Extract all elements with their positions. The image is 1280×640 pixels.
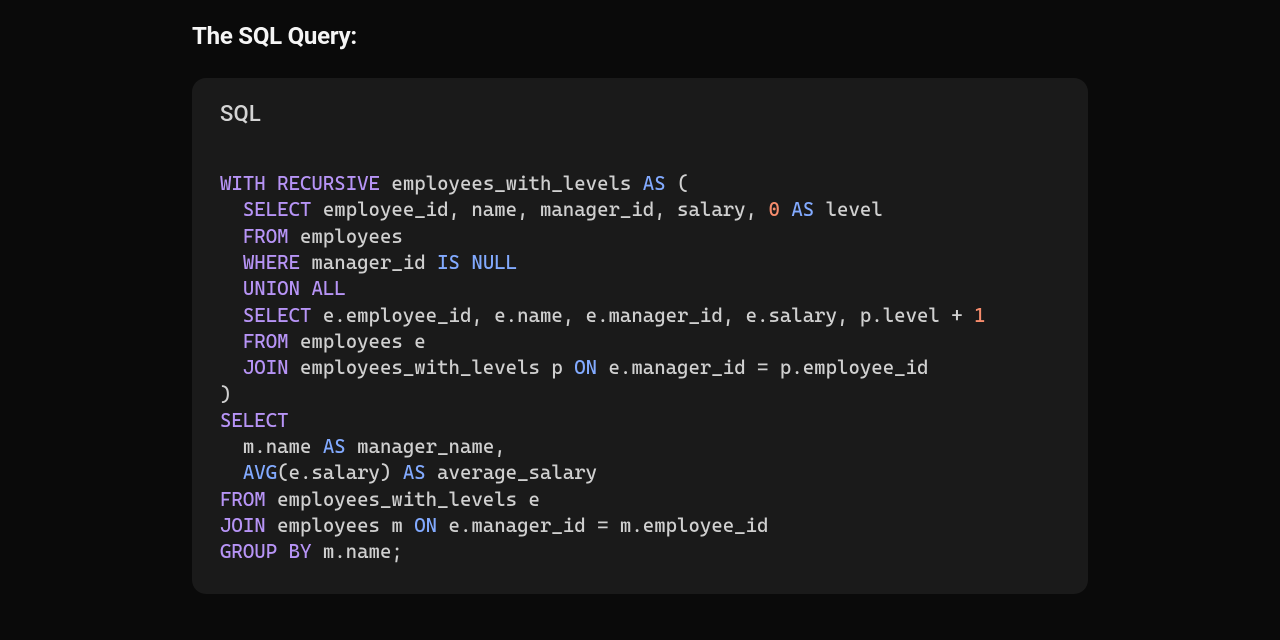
code-token (220, 330, 243, 353)
code-token: (e.salary) (277, 461, 403, 484)
code-token: manager_id (300, 251, 437, 274)
code-token: m.name (220, 435, 323, 458)
code-token: employees_with_levels (380, 172, 643, 195)
section-heading: The SQL Query: (192, 22, 1280, 50)
code-token: ON (574, 356, 597, 379)
code-token: employee_id, name, manager_id, salary, (311, 198, 768, 221)
code-token (220, 198, 243, 221)
code-token: manager_name, (346, 435, 506, 458)
code-token (220, 304, 243, 327)
code-token: ( (666, 172, 689, 195)
code-token: e.manager_id = p.employee_id (597, 356, 928, 379)
code-token: employees_with_levels e (266, 488, 540, 511)
code-token: e.employee_id, e.name, e.manager_id, e.s… (311, 304, 974, 327)
code-token: SELECT (220, 409, 289, 432)
code-token: 1 (974, 304, 985, 327)
code-language-label: SQL (220, 102, 1060, 127)
code-token (220, 461, 243, 484)
code-token: ) (220, 383, 231, 406)
code-token: employees (289, 225, 403, 248)
code-token: ON (414, 514, 437, 537)
code-token: 0 (768, 198, 779, 221)
code-token: m.name; (311, 540, 402, 563)
code-token (220, 277, 243, 300)
code-token: employees_with_levels p (289, 356, 575, 379)
code-token (220, 356, 243, 379)
code-token: AVG (243, 461, 277, 484)
code-token (300, 277, 311, 300)
code-block: SQL WITH RECURSIVE employees_with_levels… (192, 78, 1088, 594)
code-token: AS (791, 198, 814, 221)
code-token: NULL (471, 251, 517, 274)
code-token: IS (437, 251, 460, 274)
code-token: UNION (243, 277, 300, 300)
code-token (220, 251, 243, 274)
code-token: ALL (311, 277, 345, 300)
code-token: AS (403, 461, 426, 484)
code-content[interactable]: WITH RECURSIVE employees_with_levels AS … (220, 171, 1060, 566)
code-token (780, 198, 791, 221)
code-token: level (814, 198, 883, 221)
code-token (266, 172, 277, 195)
code-token: JOIN (243, 356, 289, 379)
code-token: RECURSIVE (277, 172, 380, 195)
code-token: employees m (266, 514, 415, 537)
code-token: SELECT (243, 198, 312, 221)
code-token: GROUP BY (220, 540, 311, 563)
code-token: e.manager_id = m.employee_id (437, 514, 768, 537)
code-token: FROM (243, 225, 289, 248)
code-token: AS (643, 172, 666, 195)
code-token: SELECT (243, 304, 312, 327)
code-token (220, 225, 243, 248)
code-token: FROM (220, 488, 266, 511)
code-token: WITH (220, 172, 266, 195)
code-token: AS (323, 435, 346, 458)
code-token: JOIN (220, 514, 266, 537)
code-token: employees e (289, 330, 426, 353)
code-token (460, 251, 471, 274)
code-token: WHERE (243, 251, 300, 274)
code-token: average_salary (426, 461, 597, 484)
code-token: FROM (243, 330, 289, 353)
